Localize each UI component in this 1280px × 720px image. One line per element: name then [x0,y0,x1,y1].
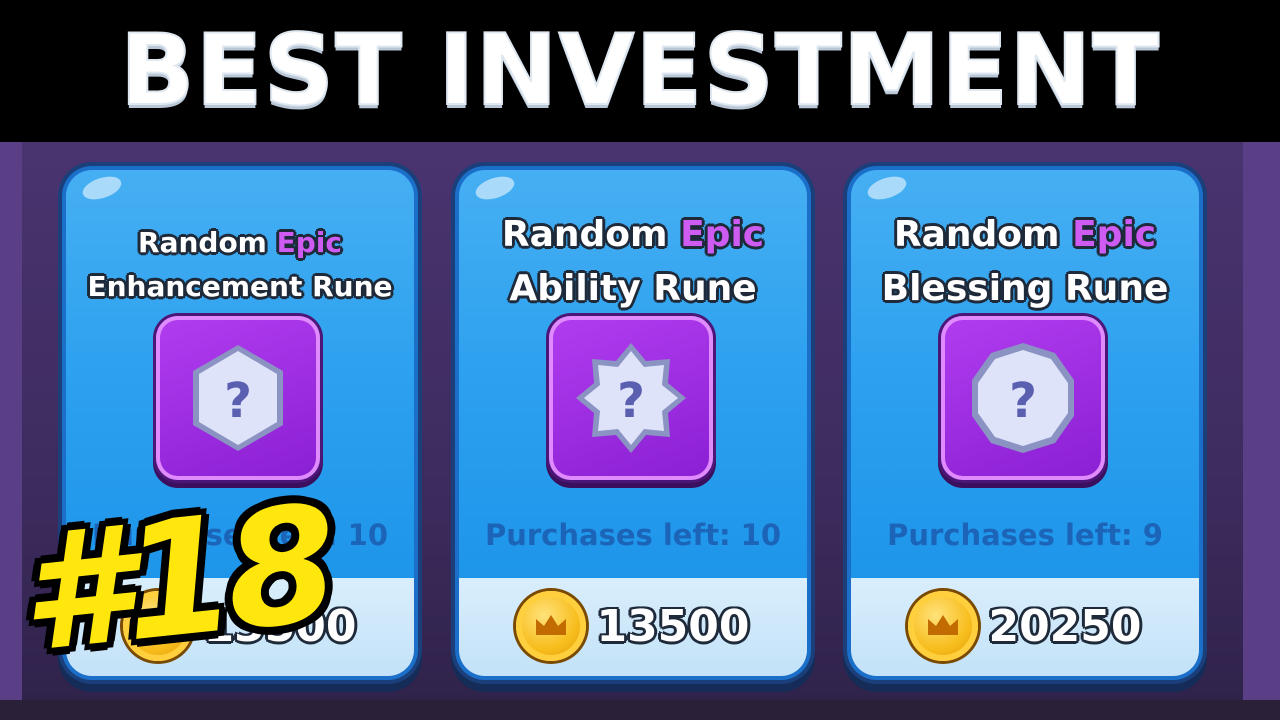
purchases-left-label: Purchases left: 10 [484,518,782,552]
crown-coin-icon [908,591,979,661]
card-title-line1: Random Epic [501,214,765,255]
star-question-rune-icon: ? [576,343,686,453]
rune-item-frame[interactable]: ? [549,316,713,480]
rune-item-frame[interactable]: ? [941,316,1105,480]
card-title-line1: Random Epic [893,214,1157,255]
headline-banner: BEST INVESTMENT [0,0,1280,142]
purchases-left-label: Purchases left: 9 [887,518,1163,552]
shop-card-ability-rune[interactable]: Random Epic Ability Rune ? Purchases lef… [455,166,811,680]
rarity-label: Epic [680,214,765,255]
shop-left-edge [0,142,22,720]
price-value: 20250 [988,600,1142,652]
hexagon-question-rune-icon: ? [193,345,283,451]
shop-right-edge [1243,142,1280,720]
rank-badge: #18 [10,469,339,689]
decagon-question-rune-icon: ? [972,343,1074,453]
rarity-label: Epic [276,226,342,259]
price-value: 13500 [596,600,750,652]
rarity-label: Epic [1072,214,1157,255]
crown-coin-icon [516,591,587,661]
rune-item-frame[interactable]: ? [156,316,320,480]
shop-bottom-strip [0,700,1280,720]
svg-text:?: ? [617,373,645,429]
card-title-line2: Enhancement Rune [87,270,393,303]
card-title-line2: Ability Rune [509,268,757,309]
headline-title: BEST INVESTMENT [119,13,1161,129]
svg-text:?: ? [224,373,252,429]
card-title-line1: Random Epic [138,226,342,259]
price-button[interactable]: 13500 [455,591,811,661]
svg-text:?: ? [1009,373,1037,429]
price-button[interactable]: 20250 [847,591,1203,661]
card-title-line2: Blessing Rune [881,268,1169,309]
shop-card-blessing-rune[interactable]: Random Epic Blessing Rune ? Purchases le… [847,166,1203,680]
